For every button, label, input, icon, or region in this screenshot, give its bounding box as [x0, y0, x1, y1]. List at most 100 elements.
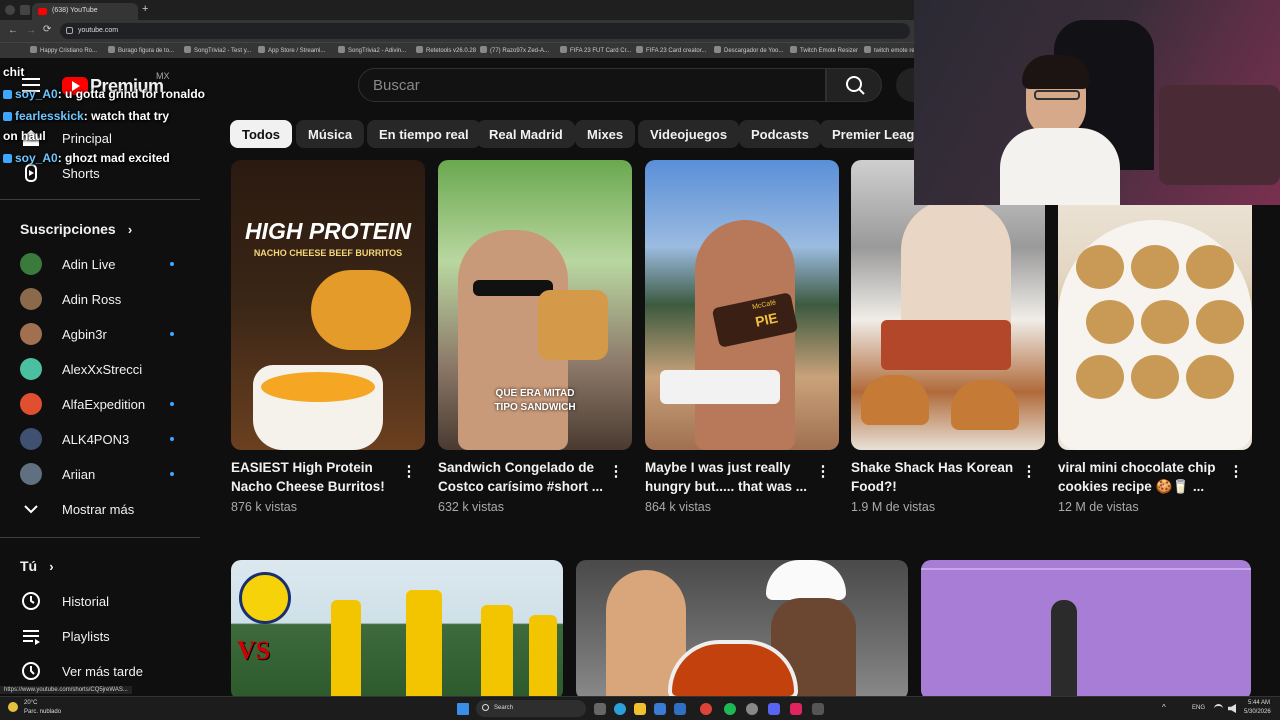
short-title[interactable]: viral mini chocolate chip cookies recipe… — [1058, 458, 1226, 496]
taskbar-search-label: Search — [494, 705, 514, 711]
chevron-down-icon — [24, 505, 38, 514]
tab-menu-icon[interactable] — [5, 5, 15, 15]
discord-icon[interactable] — [768, 703, 780, 715]
more-options-icon[interactable]: ⋮ — [1228, 462, 1244, 482]
show-more-label: Mostrar más — [62, 502, 135, 517]
chip-todos[interactable]: Todos — [230, 120, 293, 148]
chat-text: : u gotta grind for ronaldo — [57, 87, 206, 101]
cookie — [1131, 355, 1179, 399]
music-icon[interactable] — [790, 703, 802, 715]
streamer-hair — [1022, 55, 1090, 89]
wifi-icon[interactable] — [1214, 704, 1223, 713]
court-line — [921, 568, 1251, 570]
file-explorer-icon[interactable] — [634, 703, 646, 715]
bookmark-item[interactable]: Happy Cristiano Ro... — [30, 46, 97, 54]
new-content-dot — [170, 437, 174, 441]
subscription-name: Ariian — [62, 467, 96, 482]
bookmark-item[interactable]: FIFA 23 Card creator... — [636, 46, 706, 54]
clock-date[interactable]: 5/30/2026 — [1244, 709, 1271, 715]
chip-música[interactable]: Música — [296, 120, 365, 148]
short-title[interactable]: Maybe I was just really hungry but..... … — [645, 458, 813, 496]
you-heading[interactable]: Tú › — [20, 558, 54, 575]
chip-mixes[interactable]: Mixes — [575, 120, 636, 148]
bookmark-item[interactable]: FIFA 23 FUT Card Cr... — [560, 46, 631, 54]
app-icon[interactable] — [812, 703, 824, 715]
chip-real-madrid[interactable]: Real Madrid — [477, 120, 575, 148]
chat-text: : watch that try — [83, 109, 170, 123]
mail-icon[interactable] — [674, 703, 686, 715]
short-title[interactable]: Shake Shack Has Korean Food?! — [851, 458, 1019, 496]
start-button[interactable] — [457, 703, 469, 715]
language-indicator[interactable]: ENG — [1192, 705, 1205, 711]
bookmark-item[interactable]: App Store / Streaml... — [258, 46, 325, 54]
webcam-overlay — [914, 0, 1280, 205]
sidebar-divider — [0, 537, 200, 538]
short-title[interactable]: Sandwich Congelado de Costco carísimo #s… — [438, 458, 606, 496]
more-options-icon[interactable]: ⋮ — [1021, 462, 1037, 482]
subscriptions-heading[interactable]: Suscripciones › — [20, 221, 132, 238]
video-thumbnail[interactable]: VS — [231, 560, 563, 700]
weather-desc: Parc. nublado — [24, 709, 62, 715]
bookmark-item[interactable]: Twitch Emote Resizer — [790, 46, 858, 54]
bookmark-item[interactable]: Retetools v26.0.28 — [416, 46, 476, 54]
store-icon[interactable] — [654, 703, 666, 715]
reload-icon[interactable]: ⟳ — [43, 24, 51, 35]
cheese-sauce — [261, 372, 375, 402]
address-bar[interactable]: youtube.com — [60, 23, 910, 39]
short-thumbnail[interactable]: HIGH PROTEIN NACHO CHEESE BEEF BURRITOS — [231, 160, 425, 450]
new-tab-button[interactable]: + — [142, 3, 148, 15]
more-options-icon[interactable]: ⋮ — [401, 462, 417, 482]
bookmark-item[interactable]: Burago figura de to... — [108, 46, 174, 54]
volume-icon[interactable] — [1228, 704, 1236, 713]
bookmark-item[interactable]: Descargador de Yoo... — [714, 46, 783, 54]
watch-later-icon — [22, 662, 40, 680]
back-icon[interactable]: ← — [8, 25, 18, 36]
cookie — [1186, 355, 1234, 399]
taskbar-search[interactable]: Search — [476, 700, 586, 717]
chip-podcasts[interactable]: Podcasts — [739, 120, 821, 148]
spotify-icon[interactable] — [724, 703, 736, 715]
app-icon[interactable] — [746, 703, 758, 715]
new-content-dot — [170, 472, 174, 476]
thumbnail-overlay-text: HIGH PROTEIN — [244, 218, 412, 244]
bookmark-item[interactable]: SongTrivia2 - Test y... — [184, 46, 251, 54]
sidebar-item-label: Ver más tarde — [62, 664, 143, 679]
short-thumbnail[interactable]: QUE ERA MITAD TIPO SANDWICH — [438, 160, 632, 450]
bookmark-item[interactable]: SongTrivia2 - Adivin... — [338, 46, 406, 54]
cookie — [1131, 245, 1179, 289]
sofa — [1159, 85, 1280, 185]
chat-message: fearlesskick: watch that try — [3, 109, 169, 123]
search-input[interactable]: Buscar — [358, 68, 826, 102]
thumbnail-overlay-text: PIE — [753, 309, 780, 330]
new-content-dot — [170, 332, 174, 336]
back-tab-icon[interactable] — [20, 5, 30, 15]
short-thumbnail[interactable]: McCafé PIE — [645, 160, 839, 450]
browser-tab[interactable]: (638) YouTube — [32, 3, 138, 20]
short-title[interactable]: EASIEST High Protein Nacho Cheese Burrit… — [231, 458, 399, 496]
video-thumbnail[interactable] — [576, 560, 908, 700]
chrome-icon[interactable] — [700, 703, 712, 715]
forward-icon[interactable]: → — [26, 25, 36, 36]
subscription-name: Adin Ross — [62, 292, 122, 307]
chat-badge-icon — [3, 112, 12, 121]
search-icon — [482, 704, 489, 711]
chip-en-tiempo-real[interactable]: En tiempo real — [367, 120, 481, 148]
bookmark-item[interactable]: (77) Razo97x Zed-A... — [480, 46, 549, 54]
bookmark-item[interactable]: twitch emote re... — [864, 46, 920, 54]
edge-icon[interactable] — [614, 703, 626, 715]
more-options-icon[interactable]: ⋮ — [815, 462, 831, 482]
video-thumbnail[interactable] — [921, 560, 1251, 700]
tray-chevron-icon[interactable]: ^ — [1162, 703, 1166, 712]
subscription-name: AlfaExpedition — [62, 397, 146, 412]
task-view-icon[interactable] — [594, 703, 606, 715]
chip-videojuegos[interactable]: Videojuegos — [638, 120, 740, 148]
chat-text: : ghozt mad excited — [57, 151, 170, 165]
thumbnail-overlay-subtext: NACHO CHEESE BEEF BURRITOS — [253, 248, 403, 258]
chef-hat — [766, 560, 846, 600]
search-button[interactable] — [826, 68, 882, 102]
clock-time[interactable]: 5:44 AM — [1248, 700, 1270, 706]
sidebar-item-label: Historial — [62, 594, 109, 609]
playlists-icon — [23, 630, 40, 645]
chat-username: soy_A0 — [15, 151, 58, 165]
more-options-icon[interactable]: ⋮ — [608, 462, 624, 482]
